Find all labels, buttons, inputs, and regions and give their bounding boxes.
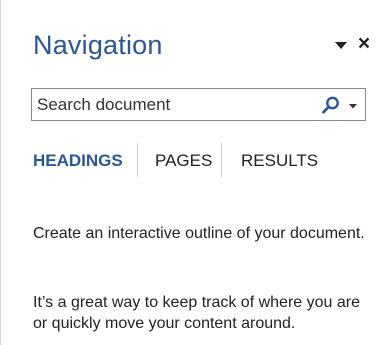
caret-down-icon (349, 104, 357, 109)
pane-options-caret-icon[interactable] (334, 38, 348, 52)
search-box (31, 88, 366, 121)
magnifier-icon (322, 96, 339, 114)
caret-down-icon (335, 42, 347, 49)
close-icon[interactable]: × (355, 33, 373, 55)
empty-state-description: Create an interactive outline of your do… (33, 225, 365, 242)
pane-title: Navigation (33, 30, 163, 60)
tab-bar: HEADINGS PAGES RESULTS (33, 143, 353, 177)
tab-headings[interactable]: HEADINGS (33, 151, 123, 171)
search-options-dropdown[interactable] (346, 95, 360, 115)
search-input[interactable] (37, 93, 297, 117)
tab-pages[interactable]: PAGES (155, 151, 212, 171)
empty-state-hint: It’s a great way to keep track of where … (33, 294, 360, 332)
search-button[interactable] (321, 95, 341, 115)
tab-divider (137, 143, 138, 177)
tab-divider (221, 143, 222, 177)
navigation-pane: Navigation × HEADINGS PAGES RESULTS Crea… (0, 0, 378, 345)
tab-results[interactable]: RESULTS (241, 151, 318, 171)
